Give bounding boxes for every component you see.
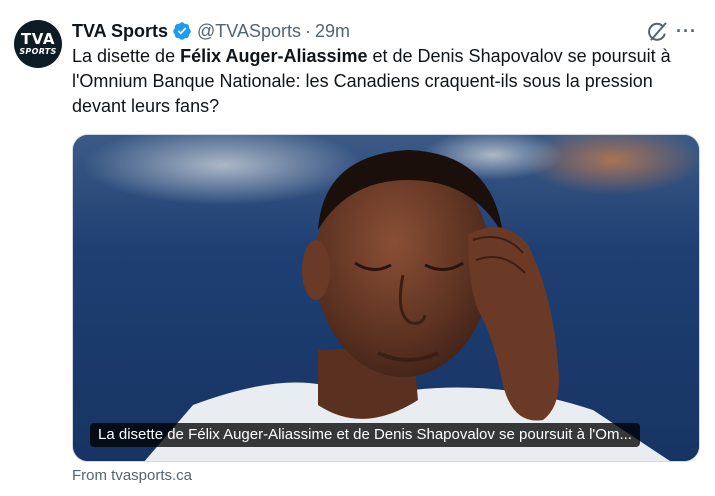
- tweet[interactable]: TVA SPORTS TVA Sports @TVASports · 29m ·…: [0, 0, 715, 496]
- link-card-image[interactable]: [72, 134, 700, 462]
- avatar-logo-top: TVA: [21, 29, 55, 48]
- avatar[interactable]: TVA SPORTS: [14, 20, 62, 68]
- tweet-text-part1: La disette de: [72, 46, 181, 66]
- tweet-header: TVA Sports @TVASports · 29m: [72, 19, 350, 43]
- verified-badge-icon[interactable]: [172, 21, 192, 41]
- link-card-caption[interactable]: La disette de Félix Auger-Aliassime et d…: [90, 423, 640, 447]
- tweet-text-bold: Félix Auger-Aliassime: [180, 46, 368, 66]
- player-photo: [73, 135, 699, 461]
- more-icon[interactable]: ···: [676, 19, 702, 43]
- author-name[interactable]: TVA Sports: [72, 21, 168, 42]
- author-handle[interactable]: @TVASports: [197, 21, 301, 42]
- grok-icon[interactable]: [645, 20, 669, 44]
- avatar-logo-bottom: SPORTS: [19, 46, 57, 56]
- separator-dot: ·: [304, 20, 311, 41]
- tweet-text: La disette de Félix Auger-Aliassime et d…: [72, 44, 702, 119]
- link-card-source[interactable]: From tvasports.ca: [72, 467, 192, 484]
- timestamp[interactable]: 29m: [315, 21, 350, 42]
